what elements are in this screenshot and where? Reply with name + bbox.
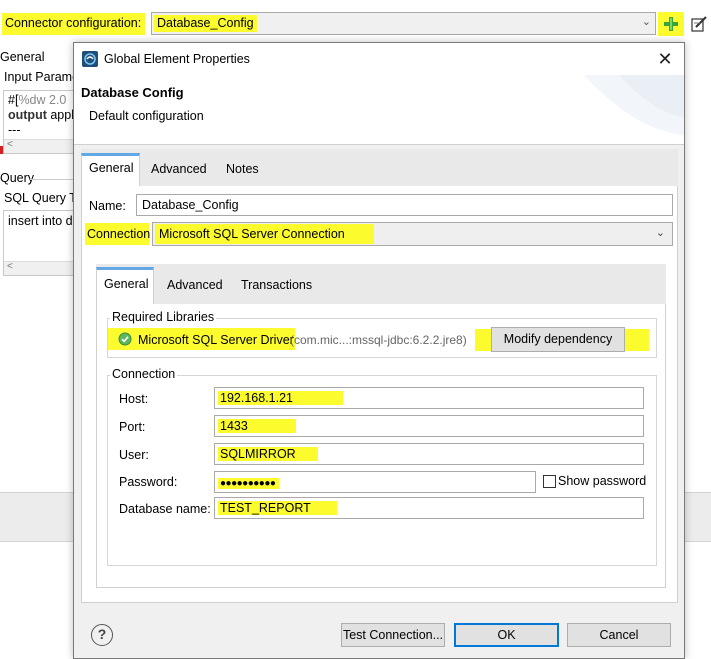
general-tab-panel: Name: Database_Config Connection Microso… <box>81 186 678 603</box>
header-decoration <box>584 75 684 135</box>
connection-label: Connection <box>87 227 151 241</box>
add-config-button[interactable] <box>658 12 684 36</box>
connection-group-title: Connection <box>110 367 178 381</box>
dw-line-3: --- <box>8 123 21 137</box>
cancel-button[interactable]: Cancel <box>567 623 671 647</box>
global-element-properties-dialog: Global Element Properties ✕ Database Con… <box>73 42 685 659</box>
database-name-input[interactable]: TEST_REPORT <box>214 497 644 519</box>
window-title: Global Element Properties <box>104 52 250 66</box>
close-icon: ✕ <box>657 49 673 69</box>
dialog-header: Database Config Default configuration <box>74 75 684 145</box>
dw-line-1: %dw 2.0 <box>18 93 67 107</box>
dw-line-2-keyword: output <box>8 108 47 122</box>
host-label: Host: <box>119 392 149 406</box>
user-label: User: <box>119 448 149 462</box>
modify-dependency-button[interactable]: Modify dependency <box>491 327 625 352</box>
port-input[interactable]: 1433 <box>214 415 644 437</box>
connector-config-select[interactable]: Database_Config ⌄ <box>151 12 656 35</box>
outer-tab-bar: General Advanced Notes <box>81 149 678 187</box>
show-password-label[interactable]: Show password <box>558 474 646 488</box>
database-name-value: TEST_REPORT <box>218 501 337 515</box>
tab-advanced[interactable]: Advanced <box>144 155 214 183</box>
driver-name: Microsoft SQL Server Driver <box>138 333 294 347</box>
close-button[interactable]: ✕ <box>652 47 678 71</box>
tab-general[interactable]: General <box>81 153 140 187</box>
horizontal-scrollbar[interactable]: < <box>4 261 73 275</box>
port-label: Port: <box>119 420 146 434</box>
header-subtitle: Default configuration <box>89 109 204 123</box>
host-input[interactable]: 192.168.1.21 <box>214 387 644 409</box>
port-value: 1433 <box>218 419 296 433</box>
test-connection-button[interactable]: Test Connection... <box>341 623 445 647</box>
ok-button[interactable]: OK <box>454 623 559 647</box>
inner-tab-bar: General Advanced Transactions <box>96 264 666 305</box>
chevron-down-icon: ⌄ <box>641 16 651 28</box>
connector-config-value: Database_Config <box>154 15 257 32</box>
inner-general-panel: Required Libraries Microsoft SQL Server … <box>96 304 666 588</box>
header-title: Database Config <box>81 85 184 100</box>
app-logo-icon <box>82 51 98 67</box>
query-section-line <box>30 179 74 180</box>
name-value: Database_Config <box>142 198 239 212</box>
tab-notes[interactable]: Notes <box>219 155 266 183</box>
sql-query-label: SQL Query Te <box>4 191 83 205</box>
sql-query-editor[interactable]: insert into dl < <box>3 210 76 276</box>
edit-config-button[interactable] <box>689 14 709 34</box>
user-value: SQLMIRROR <box>218 447 318 461</box>
dw-line-1-prefix: #[ <box>8 93 19 107</box>
title-bar[interactable]: Global Element Properties ✕ <box>74 43 684 75</box>
horizontal-scrollbar[interactable]: < <box>4 139 73 153</box>
input-params-label: Input Parame <box>4 70 80 84</box>
inner-tab-transactions[interactable]: Transactions <box>234 271 319 299</box>
show-password-checkbox[interactable] <box>543 475 556 488</box>
connector-config-label: Connector configuration: <box>5 16 142 30</box>
edit-icon <box>691 16 707 32</box>
password-input[interactable]: ●●●●●●●●●● <box>214 471 536 493</box>
user-input[interactable]: SQLMIRROR <box>214 443 644 465</box>
required-libraries-title: Required Libraries <box>110 310 217 324</box>
password-label: Password: <box>119 475 178 489</box>
check-circle-icon <box>118 332 132 346</box>
driver-artifact: (com.mic...:mssql-jdbc:6.2.2.jre8) <box>290 333 467 347</box>
dataweave-editor[interactable]: #[%dw 2.0 output appl --- < <box>3 90 74 154</box>
general-tab-bg[interactable]: General <box>0 50 44 64</box>
connection-select[interactable]: Microsoft SQL Server Connection ⌄ <box>152 222 673 246</box>
dw-line-2: appl <box>46 108 74 122</box>
inner-tab-general[interactable]: General <box>96 267 154 305</box>
query-section-title: Query <box>0 171 35 185</box>
chevron-down-icon: ⌄ <box>655 227 665 239</box>
help-icon: ? <box>97 626 107 642</box>
help-button[interactable]: ? <box>91 624 113 646</box>
inner-tab-advanced[interactable]: Advanced <box>160 271 230 299</box>
host-value: 192.168.1.21 <box>218 391 343 405</box>
plus-icon <box>664 17 678 31</box>
sql-query-text: insert into dl <box>8 214 76 228</box>
name-input[interactable]: Database_Config <box>136 194 673 216</box>
password-value: ●●●●●●●●●● <box>218 478 280 489</box>
name-label: Name: <box>89 199 126 213</box>
error-marker-icon <box>0 146 3 154</box>
database-name-label: Database name: <box>119 502 211 516</box>
connection-value: Microsoft SQL Server Connection <box>159 227 345 241</box>
